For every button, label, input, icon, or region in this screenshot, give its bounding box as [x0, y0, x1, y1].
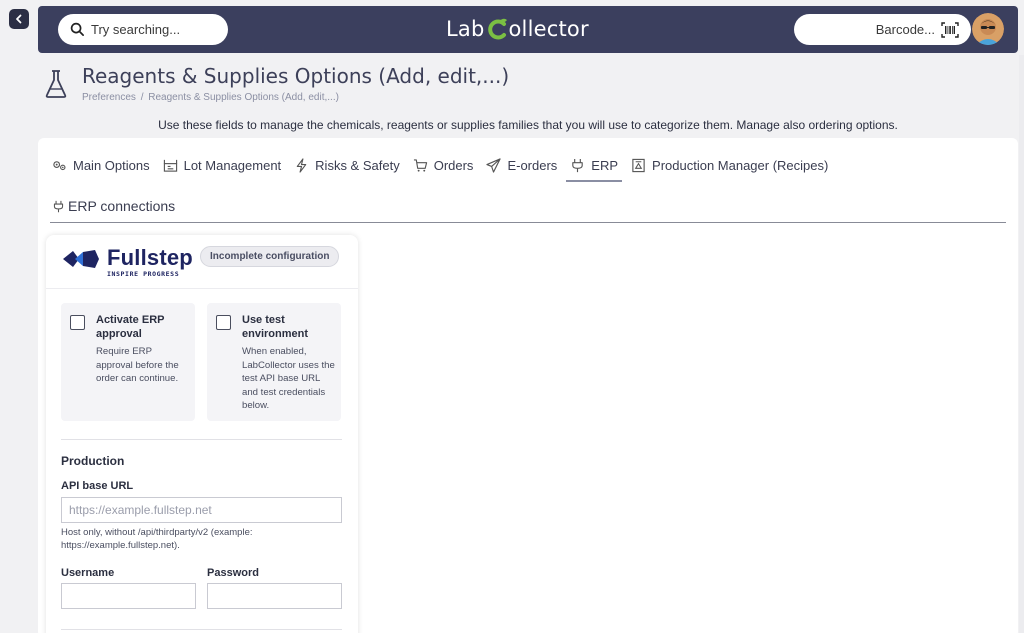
- production-section-title: Production: [61, 454, 125, 468]
- use-test-environment-checkbox[interactable]: [216, 315, 231, 330]
- breadcrumb-current: Reagents & Supplies Options (Add, edit,.…: [148, 92, 339, 103]
- top-bar: Lab ollector: [38, 6, 1018, 53]
- tab-label: Orders: [433, 157, 474, 173]
- lot-icon: [163, 159, 177, 172]
- username-input[interactable]: [61, 583, 196, 609]
- logo-prefix: Lab: [446, 17, 485, 41]
- paper-plane-icon: [486, 157, 502, 173]
- brand-tagline: INSPIRE PROGRESS: [107, 270, 180, 278]
- flask-icon: [45, 70, 67, 98]
- username-label: Username: [61, 567, 115, 579]
- gears-icon: [53, 160, 66, 170]
- erp-card-header: Fullstep INSPIRE PROGRESS Incomplete con…: [46, 235, 358, 289]
- option-title: Activate ERP approval: [96, 314, 165, 340]
- subtab-label: ERP connections: [68, 198, 176, 214]
- option-description: Require ERP approval before the order ca…: [96, 346, 179, 384]
- tab-orders[interactable]: Orders: [413, 148, 474, 182]
- tab-label: Main Options: [73, 157, 150, 173]
- tab-label: Lot Management: [183, 157, 282, 173]
- main-card: Main Options Lot Management Risks & Safe…: [38, 138, 1018, 633]
- brand-name: Fullstep: [107, 245, 193, 270]
- subtab-divider: [50, 222, 1006, 223]
- activate-erp-approval-option[interactable]: Activate ERP approval Require ERP approv…: [61, 303, 195, 421]
- tab-main-options[interactable]: Main Options: [52, 148, 150, 182]
- chevron-left-icon: [16, 14, 22, 24]
- global-search[interactable]: [58, 14, 228, 45]
- use-test-environment-option[interactable]: Use test environment When enabled, LabCo…: [207, 303, 341, 421]
- logo-c-leaf-icon: [487, 18, 507, 40]
- api-base-url-input[interactable]: [61, 497, 342, 523]
- labcollector-logo: Lab ollector: [446, 17, 589, 41]
- section-divider: [61, 439, 342, 440]
- password-input[interactable]: [207, 583, 342, 609]
- avatar-icon: [972, 13, 1004, 45]
- user-avatar[interactable]: [972, 13, 1004, 45]
- barcode-search[interactable]: [794, 14, 971, 45]
- page-title: Reagents & Supplies Options (Add, edit,.…: [82, 64, 510, 88]
- subtab-erp-connections[interactable]: ERP connections: [52, 198, 175, 214]
- breadcrumb: Preferences / Reagents & Supplies Option…: [82, 92, 341, 103]
- tab-lot-management[interactable]: Lot Management: [163, 148, 282, 182]
- plug-icon: [53, 200, 64, 212]
- fullstep-mark-icon: [63, 250, 99, 268]
- tab-e-orders[interactable]: E-orders: [486, 148, 557, 182]
- barcode-input[interactable]: [825, 22, 935, 37]
- lightning-icon: [296, 157, 307, 173]
- api-base-url-hint: Host only, without /api/thirdparty/v2 (e…: [61, 527, 253, 551]
- status-badge: Incomplete configuration: [200, 246, 340, 267]
- intro-text: Use these fields to manage the chemicals…: [158, 118, 898, 132]
- search-icon: [70, 22, 84, 36]
- password-label: Password: [207, 567, 259, 579]
- options-tabs: Main Options Lot Management Risks & Safe…: [52, 148, 841, 182]
- option-title: Use test environment: [242, 314, 309, 340]
- tab-label: E-orders: [507, 157, 558, 173]
- tab-erp[interactable]: ERP: [566, 148, 622, 182]
- page-scrollbar[interactable]: [1019, 55, 1024, 633]
- collapse-sidebar-button[interactable]: [9, 9, 29, 29]
- search-input[interactable]: [91, 22, 221, 37]
- cart-icon: [413, 158, 427, 172]
- activate-erp-approval-checkbox[interactable]: [70, 315, 85, 330]
- tab-label: Risks & Safety: [315, 157, 400, 173]
- barcode-scan-icon[interactable]: [941, 21, 959, 38]
- api-base-url-label: API base URL: [61, 480, 134, 492]
- plug-icon: [572, 158, 584, 172]
- tab-label: Production Manager (Recipes): [652, 157, 829, 173]
- erp-fullstep-card: Fullstep INSPIRE PROGRESS Incomplete con…: [46, 235, 358, 633]
- tab-production-manager[interactable]: Production Manager (Recipes): [631, 148, 828, 182]
- tab-label: ERP: [591, 157, 619, 173]
- fullstep-logo: Fullstep INSPIRE PROGRESS: [61, 247, 193, 278]
- option-description: When enabled, LabCollector uses the test…: [242, 346, 335, 411]
- tab-risks-safety[interactable]: Risks & Safety: [294, 148, 400, 182]
- recipe-icon: [632, 158, 645, 172]
- section-divider: [61, 629, 342, 630]
- logo-suffix: ollector: [508, 17, 589, 41]
- breadcrumb-preferences[interactable]: Preferences: [82, 92, 136, 103]
- breadcrumb-separator: /: [140, 92, 144, 103]
